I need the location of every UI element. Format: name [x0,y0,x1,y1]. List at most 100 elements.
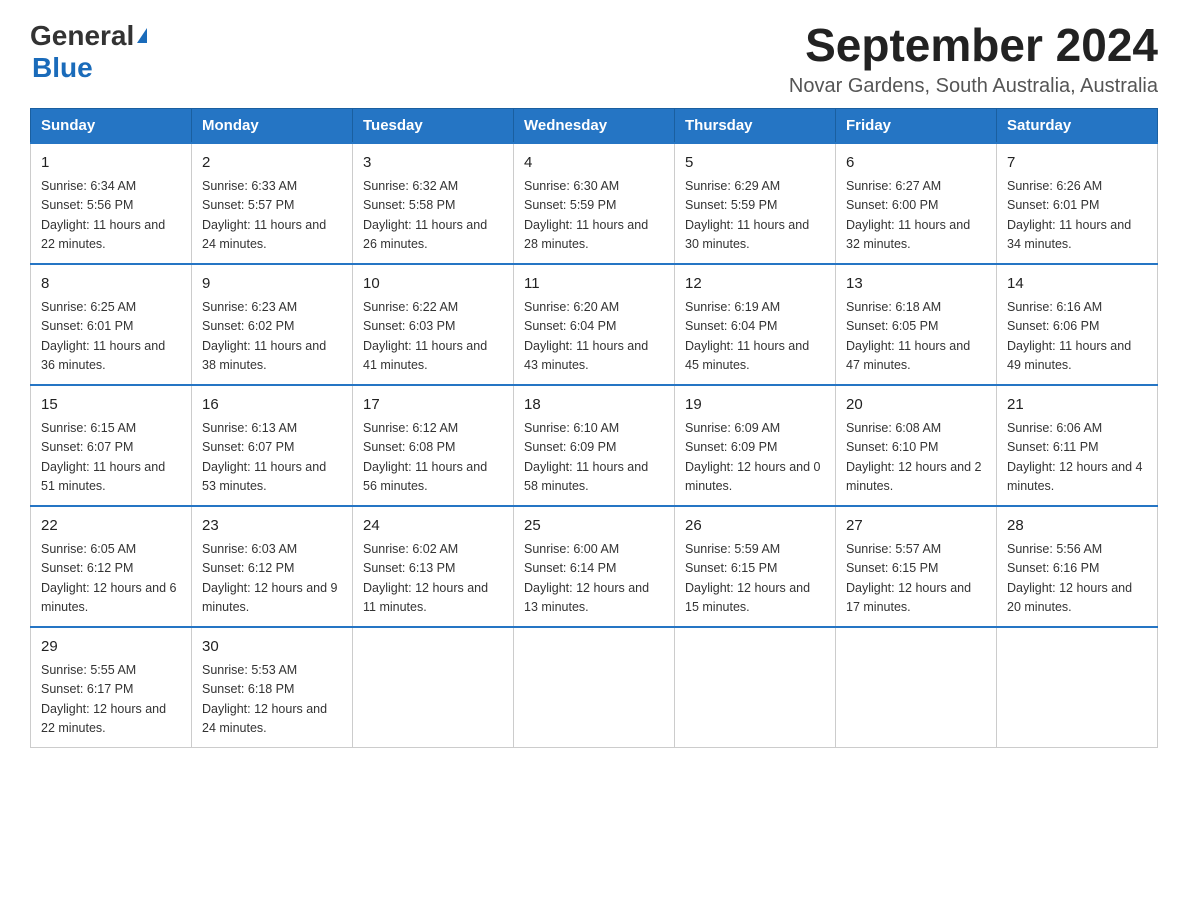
column-header-tuesday: Tuesday [353,108,514,143]
calendar-cell: 5Sunrise: 6:29 AMSunset: 5:59 PMDaylight… [675,143,836,264]
calendar-cell: 11Sunrise: 6:20 AMSunset: 6:04 PMDayligh… [514,264,675,385]
calendar-cell: 30Sunrise: 5:53 AMSunset: 6:18 PMDayligh… [192,627,353,748]
calendar-cell: 12Sunrise: 6:19 AMSunset: 6:04 PMDayligh… [675,264,836,385]
day-info: Sunrise: 6:09 AMSunset: 6:09 PMDaylight:… [685,419,825,497]
day-info: Sunrise: 6:25 AMSunset: 6:01 PMDaylight:… [41,298,181,376]
day-number: 12 [685,273,825,296]
day-number: 13 [846,273,986,296]
calendar-cell: 15Sunrise: 6:15 AMSunset: 6:07 PMDayligh… [31,385,192,506]
day-info: Sunrise: 6:06 AMSunset: 6:11 PMDaylight:… [1007,419,1147,497]
day-info: Sunrise: 6:13 AMSunset: 6:07 PMDaylight:… [202,419,342,497]
calendar-cell: 14Sunrise: 6:16 AMSunset: 6:06 PMDayligh… [997,264,1158,385]
calendar-cell: 21Sunrise: 6:06 AMSunset: 6:11 PMDayligh… [997,385,1158,506]
title-section: September 2024 Novar Gardens, South Aust… [789,20,1158,98]
day-number: 24 [363,515,503,538]
calendar-cell: 18Sunrise: 6:10 AMSunset: 6:09 PMDayligh… [514,385,675,506]
logo: General Blue [30,20,147,84]
calendar-cell: 2Sunrise: 6:33 AMSunset: 5:57 PMDaylight… [192,143,353,264]
calendar-subtitle: Novar Gardens, South Australia, Australi… [789,75,1158,98]
day-number: 19 [685,394,825,417]
day-number: 4 [524,152,664,175]
day-number: 25 [524,515,664,538]
day-info: Sunrise: 5:57 AMSunset: 6:15 PMDaylight:… [846,540,986,618]
day-info: Sunrise: 6:02 AMSunset: 6:13 PMDaylight:… [363,540,503,618]
calendar-cell: 13Sunrise: 6:18 AMSunset: 6:05 PMDayligh… [836,264,997,385]
week-row-5: 29Sunrise: 5:55 AMSunset: 6:17 PMDayligh… [31,627,1158,748]
calendar-cell [675,627,836,748]
column-header-friday: Friday [836,108,997,143]
week-row-4: 22Sunrise: 6:05 AMSunset: 6:12 PMDayligh… [31,506,1158,627]
day-info: Sunrise: 6:20 AMSunset: 6:04 PMDaylight:… [524,298,664,376]
day-info: Sunrise: 6:33 AMSunset: 5:57 PMDaylight:… [202,177,342,255]
calendar-cell: 16Sunrise: 6:13 AMSunset: 6:07 PMDayligh… [192,385,353,506]
day-info: Sunrise: 6:18 AMSunset: 6:05 PMDaylight:… [846,298,986,376]
day-info: Sunrise: 6:23 AMSunset: 6:02 PMDaylight:… [202,298,342,376]
day-info: Sunrise: 6:03 AMSunset: 6:12 PMDaylight:… [202,540,342,618]
calendar-title: September 2024 [789,20,1158,71]
calendar-cell [836,627,997,748]
day-info: Sunrise: 6:00 AMSunset: 6:14 PMDaylight:… [524,540,664,618]
day-info: Sunrise: 6:32 AMSunset: 5:58 PMDaylight:… [363,177,503,255]
day-number: 29 [41,636,181,659]
day-number: 28 [1007,515,1147,538]
column-header-monday: Monday [192,108,353,143]
week-row-3: 15Sunrise: 6:15 AMSunset: 6:07 PMDayligh… [31,385,1158,506]
calendar-cell: 27Sunrise: 5:57 AMSunset: 6:15 PMDayligh… [836,506,997,627]
logo-blue-text: Blue [32,52,93,83]
day-number: 5 [685,152,825,175]
day-number: 22 [41,515,181,538]
calendar-cell: 26Sunrise: 5:59 AMSunset: 6:15 PMDayligh… [675,506,836,627]
day-info: Sunrise: 6:34 AMSunset: 5:56 PMDaylight:… [41,177,181,255]
calendar-cell: 8Sunrise: 6:25 AMSunset: 6:01 PMDaylight… [31,264,192,385]
day-info: Sunrise: 6:30 AMSunset: 5:59 PMDaylight:… [524,177,664,255]
day-number: 26 [685,515,825,538]
calendar-cell: 22Sunrise: 6:05 AMSunset: 6:12 PMDayligh… [31,506,192,627]
day-number: 21 [1007,394,1147,417]
day-info: Sunrise: 6:19 AMSunset: 6:04 PMDaylight:… [685,298,825,376]
logo-general-text: General [30,20,134,52]
day-info: Sunrise: 6:12 AMSunset: 6:08 PMDaylight:… [363,419,503,497]
day-number: 16 [202,394,342,417]
day-info: Sunrise: 5:53 AMSunset: 6:18 PMDaylight:… [202,661,342,739]
calendar-cell: 20Sunrise: 6:08 AMSunset: 6:10 PMDayligh… [836,385,997,506]
day-number: 9 [202,273,342,296]
day-number: 2 [202,152,342,175]
day-number: 3 [363,152,503,175]
day-number: 23 [202,515,342,538]
day-number: 8 [41,273,181,296]
day-info: Sunrise: 6:05 AMSunset: 6:12 PMDaylight:… [41,540,181,618]
day-number: 10 [363,273,503,296]
day-number: 18 [524,394,664,417]
calendar-cell [997,627,1158,748]
week-row-2: 8Sunrise: 6:25 AMSunset: 6:01 PMDaylight… [31,264,1158,385]
day-number: 14 [1007,273,1147,296]
calendar-cell: 4Sunrise: 6:30 AMSunset: 5:59 PMDaylight… [514,143,675,264]
day-number: 6 [846,152,986,175]
calendar-cell: 24Sunrise: 6:02 AMSunset: 6:13 PMDayligh… [353,506,514,627]
calendar-cell: 25Sunrise: 6:00 AMSunset: 6:14 PMDayligh… [514,506,675,627]
column-header-sunday: Sunday [31,108,192,143]
day-info: Sunrise: 5:55 AMSunset: 6:17 PMDaylight:… [41,661,181,739]
column-header-saturday: Saturday [997,108,1158,143]
calendar-cell: 7Sunrise: 6:26 AMSunset: 6:01 PMDaylight… [997,143,1158,264]
calendar-cell: 9Sunrise: 6:23 AMSunset: 6:02 PMDaylight… [192,264,353,385]
day-number: 11 [524,273,664,296]
page-header: General Blue September 2024 Novar Garden… [30,20,1158,98]
day-number: 15 [41,394,181,417]
day-info: Sunrise: 6:15 AMSunset: 6:07 PMDaylight:… [41,419,181,497]
logo-triangle-icon [137,28,147,43]
day-info: Sunrise: 5:56 AMSunset: 6:16 PMDaylight:… [1007,540,1147,618]
column-header-wednesday: Wednesday [514,108,675,143]
calendar-cell: 29Sunrise: 5:55 AMSunset: 6:17 PMDayligh… [31,627,192,748]
day-number: 7 [1007,152,1147,175]
calendar-cell [353,627,514,748]
calendar-cell: 1Sunrise: 6:34 AMSunset: 5:56 PMDaylight… [31,143,192,264]
calendar-cell [514,627,675,748]
calendar-cell: 19Sunrise: 6:09 AMSunset: 6:09 PMDayligh… [675,385,836,506]
day-info: Sunrise: 6:27 AMSunset: 6:00 PMDaylight:… [846,177,986,255]
calendar-table: SundayMondayTuesdayWednesdayThursdayFrid… [30,108,1158,748]
week-row-1: 1Sunrise: 6:34 AMSunset: 5:56 PMDaylight… [31,143,1158,264]
calendar-cell: 23Sunrise: 6:03 AMSunset: 6:12 PMDayligh… [192,506,353,627]
day-info: Sunrise: 6:10 AMSunset: 6:09 PMDaylight:… [524,419,664,497]
day-info: Sunrise: 6:26 AMSunset: 6:01 PMDaylight:… [1007,177,1147,255]
